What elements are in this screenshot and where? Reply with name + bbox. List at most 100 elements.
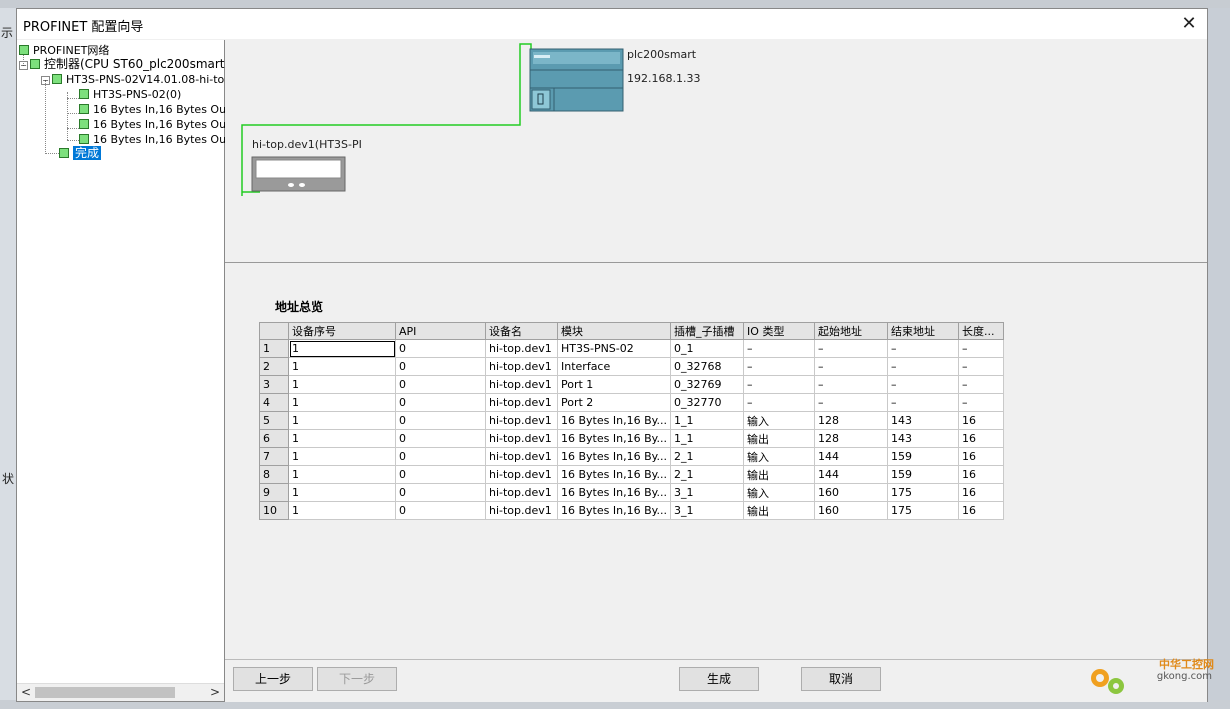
tree-horizontal-scrollbar[interactable]: < > — [17, 683, 224, 701]
column-header[interactable]: 设备序号 — [288, 322, 396, 340]
table-cell-name[interactable]: hi-top.dev1 — [485, 357, 558, 376]
table-cell-api[interactable]: 0 — [395, 483, 486, 502]
table-cell-slot[interactable]: 2_1 — [670, 465, 745, 484]
table-row[interactable]: 7 1 0 hi-top.dev1 16 Bytes In,16 By... 2_1 输入 1… — [259, 447, 1005, 466]
row-number[interactable]: 8 — [259, 465, 289, 484]
table-cell-io[interactable]: 输入 — [743, 411, 816, 430]
row-number[interactable]: 7 — [259, 447, 289, 466]
close-button[interactable]: ✕ — [1177, 12, 1201, 36]
table-cell-name[interactable]: hi-top.dev1 — [485, 393, 558, 412]
table-cell-name[interactable]: hi-top.dev1 — [485, 339, 558, 358]
table-cell-len[interactable]: – — [958, 393, 1005, 412]
table-cell-dev[interactable]: 1 — [288, 411, 396, 430]
table-cell-start[interactable]: – — [814, 393, 889, 412]
table-cell-start[interactable]: 160 — [814, 501, 889, 520]
table-row[interactable]: 2 1 0 hi-top.dev1 Interface 0_32768– – – – — [259, 357, 1005, 376]
collapse-icon[interactable]: − — [41, 76, 50, 85]
tree-node-finish[interactable]: 完成 — [59, 146, 102, 160]
row-number[interactable]: 9 — [259, 483, 289, 502]
table-cell-dev[interactable]: 1 — [288, 375, 396, 394]
next-button[interactable]: 下一步 — [317, 667, 397, 691]
table-row[interactable]: 5 1 0 hi-top.dev1 16 Bytes In,16 By... 1_1 输入 1… — [259, 411, 1005, 430]
table-cell-slot[interactable]: 0_1 — [670, 339, 745, 358]
table-cell-end[interactable]: 159 — [887, 447, 960, 466]
table-cell-module[interactable]: Port 1 — [556, 375, 672, 394]
table-row[interactable]: 8 1 0 hi-top.dev1 16 Bytes In,16 By... 2_1 输出 1… — [259, 465, 1005, 484]
table-cell-slot[interactable]: 0_32770 — [670, 393, 745, 412]
tree-node-module[interactable]: 16 Bytes In,16 Bytes Out( — [79, 118, 235, 131]
row-number[interactable]: 10 — [259, 501, 289, 520]
table-cell-end[interactable]: 175 — [887, 501, 960, 520]
table-cell-name[interactable]: hi-top.dev1 — [485, 411, 558, 430]
generate-button[interactable]: 生成 — [679, 667, 759, 691]
table-cell-io[interactable]: 输出 — [743, 501, 816, 520]
table-cell-api[interactable]: 0 — [395, 447, 486, 466]
table-cell-slot[interactable]: 1_1 — [670, 411, 745, 430]
table-cell-api[interactable]: 0 — [395, 411, 486, 430]
table-cell-start[interactable]: 128 — [814, 411, 889, 430]
table-cell-module[interactable]: 16 Bytes In,16 By... — [556, 483, 672, 502]
table-cell-dev[interactable]: 1 — [288, 465, 396, 484]
column-header[interactable]: 设备名 — [485, 322, 558, 340]
table-cell-api[interactable]: 0 — [395, 429, 486, 448]
column-header[interactable]: 结束地址 — [887, 322, 960, 340]
table-cell-module[interactable]: 16 Bytes In,16 By... — [556, 429, 672, 448]
table-cell-len[interactable]: 16 — [958, 429, 1005, 448]
table-cell-slot[interactable]: 0_32769 — [670, 375, 745, 394]
tree-node-module[interactable]: 16 Bytes In,16 Bytes Out( — [79, 133, 235, 146]
table-cell-dev[interactable]: 1 — [288, 357, 396, 376]
table-cell-module[interactable]: 16 Bytes In,16 By... — [556, 411, 672, 430]
table-cell-name[interactable]: hi-top.dev1 — [485, 501, 558, 520]
collapse-icon[interactable]: − — [19, 61, 28, 70]
table-row[interactable]: 4 1 0 hi-top.dev1 Port 2 0_32770– – – – — [259, 393, 1005, 412]
table-cell-slot[interactable]: 3_1 — [670, 501, 745, 520]
table-cell-io[interactable]: 输入 — [743, 447, 816, 466]
table-cell-api[interactable]: 0 — [395, 393, 486, 412]
table-row[interactable]: 3 1 0 hi-top.dev1 Port 1 0_32769– – – – — [259, 375, 1005, 394]
table-cell-start[interactable]: – — [814, 375, 889, 394]
table-cell-api[interactable]: 0 — [395, 465, 486, 484]
column-header[interactable]: 模块 — [556, 322, 672, 340]
table-cell-name[interactable]: hi-top.dev1 — [485, 375, 558, 394]
column-header[interactable]: 插槽_子插槽 — [670, 322, 745, 340]
table-row[interactable]: 10 1 0 hi-top.dev1 16 Bytes In,16 By... 3_1 输出… — [259, 501, 1005, 520]
table-cell-end[interactable]: 143 — [887, 411, 960, 430]
table-cell-api[interactable]: 0 — [395, 339, 486, 358]
table-cell-end[interactable]: – — [887, 393, 960, 412]
table-cell-io[interactable]: – — [743, 357, 816, 376]
column-header[interactable]: 长度... — [958, 322, 1005, 340]
table-cell-end[interactable]: – — [887, 375, 960, 394]
scroll-right-icon[interactable]: > — [208, 685, 222, 700]
table-cell-name[interactable]: hi-top.dev1 — [485, 483, 558, 502]
column-header[interactable]: 起始地址 — [814, 322, 889, 340]
plc-device-icon[interactable] — [529, 48, 624, 112]
table-cell-end[interactable]: – — [887, 357, 960, 376]
row-number[interactable]: 2 — [259, 357, 289, 376]
table-row[interactable]: 6 1 0 hi-top.dev1 16 Bytes In,16 By... 1_1 输出 1… — [259, 429, 1005, 448]
column-header[interactable]: API — [395, 322, 486, 340]
table-cell-module[interactable]: Interface — [556, 357, 672, 376]
table-cell-slot[interactable]: 3_1 — [670, 483, 745, 502]
table-cell-io[interactable]: 输出 — [743, 465, 816, 484]
table-cell-dev[interactable]: 1 — [288, 447, 396, 466]
cancel-button[interactable]: 取消 — [801, 667, 881, 691]
table-cell-io[interactable]: – — [743, 375, 816, 394]
io-device-icon[interactable] — [251, 156, 346, 192]
table-cell-len[interactable]: 16 — [958, 465, 1005, 484]
table-cell-start[interactable]: 144 — [814, 447, 889, 466]
table-cell-len[interactable]: 16 — [958, 447, 1005, 466]
table-row[interactable]: 9 1 0 hi-top.dev1 16 Bytes In,16 By... 3_1 输入 1… — [259, 483, 1005, 502]
table-cell-len[interactable]: 16 — [958, 501, 1005, 520]
table-cell-dev[interactable]: 1 — [288, 393, 396, 412]
table-cell-dev[interactable]: 1 — [288, 483, 396, 502]
column-header[interactable]: IO 类型 — [743, 322, 816, 340]
table-cell-start[interactable]: 128 — [814, 429, 889, 448]
table-cell-api[interactable]: 0 — [395, 375, 486, 394]
row-number[interactable]: 6 — [259, 429, 289, 448]
table-cell-len[interactable]: – — [958, 357, 1005, 376]
table-cell-api[interactable]: 0 — [395, 357, 486, 376]
tree-node-module[interactable]: 16 Bytes In,16 Bytes Out( — [79, 103, 235, 116]
table-cell-len[interactable]: – — [958, 339, 1005, 358]
table-cell-end[interactable]: 175 — [887, 483, 960, 502]
table-cell-module[interactable]: 16 Bytes In,16 By... — [556, 501, 672, 520]
